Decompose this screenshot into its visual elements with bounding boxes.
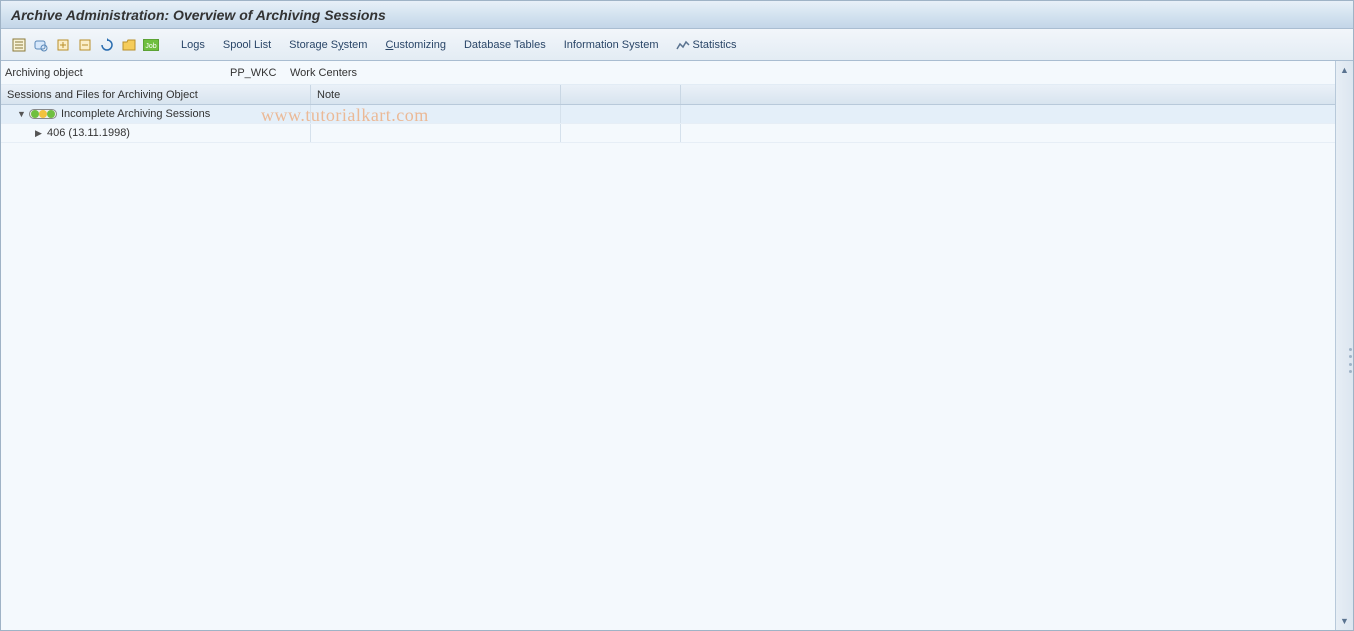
- refresh-icon[interactable]: [97, 35, 117, 55]
- scroll-up-icon[interactable]: ▲: [1338, 63, 1352, 77]
- list-icon[interactable]: [9, 35, 29, 55]
- title-bar: Archive Administration: Overview of Arch…: [1, 1, 1353, 29]
- tree-row-item[interactable]: ▶ 406 (13.11.1998): [1, 124, 1335, 143]
- page-title: Archive Administration: Overview of Arch…: [11, 7, 386, 23]
- detail-icon[interactable]: [31, 35, 51, 55]
- grid-header: Sessions and Files for Archiving Object …: [1, 85, 1335, 105]
- expand-icon[interactable]: [53, 35, 73, 55]
- collapse-toggle-icon[interactable]: ▼: [17, 109, 27, 119]
- information-system-button[interactable]: Information System: [556, 35, 667, 55]
- info-row: Archiving object PP_WKC Work Centers: [1, 61, 1335, 85]
- logs-button[interactable]: Logs: [173, 35, 213, 55]
- traffic-light-icon: [29, 109, 57, 119]
- row-label: Incomplete Archiving Sessions: [61, 108, 210, 120]
- grid-body: ▼ Incomplete Archiving Sessions ▶ 406 (1…: [1, 105, 1335, 143]
- row-label: 406 (13.11.1998): [47, 127, 130, 139]
- collapse-icon[interactable]: [75, 35, 95, 55]
- folder-icon[interactable]: [119, 35, 139, 55]
- expand-toggle-icon[interactable]: ▶: [35, 128, 45, 139]
- info-label: Archiving object: [5, 67, 230, 79]
- content-area: www.tutorialkart.com Archiving object PP…: [1, 61, 1353, 630]
- info-desc: Work Centers: [290, 67, 357, 79]
- database-tables-button[interactable]: Database Tables: [456, 35, 554, 55]
- column-note[interactable]: Note: [311, 85, 561, 104]
- info-code: PP_WKC: [230, 67, 290, 79]
- application-toolbar: Job Logs Spool List Storage System Custo…: [1, 29, 1353, 61]
- tree-row-folder[interactable]: ▼ Incomplete Archiving Sessions: [1, 105, 1335, 124]
- column-sessions[interactable]: Sessions and Files for Archiving Object: [1, 85, 311, 104]
- column-blank[interactable]: [561, 85, 681, 104]
- main-content: www.tutorialkart.com Archiving object PP…: [1, 61, 1335, 630]
- customizing-button[interactable]: Customizing: [377, 35, 454, 55]
- svg-text:Job: Job: [145, 43, 156, 50]
- stats-icon: [676, 39, 690, 51]
- app-window: Archive Administration: Overview of Arch…: [0, 0, 1354, 631]
- vertical-scrollbar[interactable]: ▲ ▼: [1335, 61, 1353, 630]
- spool-list-button[interactable]: Spool List: [215, 35, 279, 55]
- resizer-handle[interactable]: [1347, 346, 1353, 376]
- storage-system-button[interactable]: Storage System: [281, 35, 375, 55]
- job-icon[interactable]: Job: [141, 35, 161, 55]
- scroll-down-icon[interactable]: ▼: [1338, 614, 1352, 628]
- statistics-button[interactable]: Statistics: [668, 35, 744, 55]
